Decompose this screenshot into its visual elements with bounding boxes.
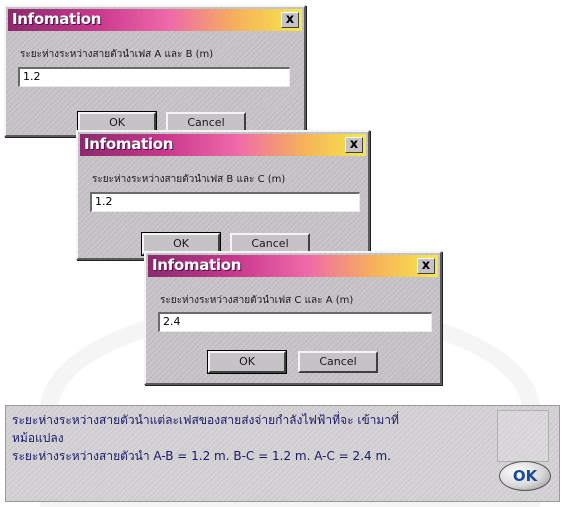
summary-line-3: ระยะห่างระหว่างสายตัวนำ A-B = 1.2 m. B-C… xyxy=(12,449,391,463)
cancel-button[interactable]: Cancel xyxy=(298,351,378,373)
summary-ok-button[interactable]: OK xyxy=(499,461,551,491)
close-button[interactable]: x xyxy=(417,258,435,274)
dialog-title: Infomation xyxy=(152,256,242,274)
summary-text: ระยะห่างระหว่างสายตัวนำแต่ละเฟสของสายส่ง… xyxy=(12,411,492,465)
distance-input[interactable]: 2.4 xyxy=(158,312,432,332)
dialog-titlebar[interactable]: Infomation x xyxy=(8,9,302,31)
dialog-title: Infomation xyxy=(12,10,102,28)
dialog-phase-bc: Infomation x ระยะห่างระหว่างสายตัวนำเฟส … xyxy=(76,130,370,260)
ok-button[interactable]: OK xyxy=(207,350,287,374)
dialog-phase-ca: Infomation x ระยะห่างระหว่างสายตัวนำเฟส … xyxy=(144,251,442,385)
screenshot-stage: Infomation x ระยะห่างระหว่างสายตัวนำเฟส … xyxy=(0,0,563,507)
dialog-phase-ab: Infomation x ระยะห่างระหว่างสายตัวนำเฟส … xyxy=(4,5,306,137)
dialog-prompt: ระยะห่างระหว่างสายตัวนำเฟส C และ A (m) xyxy=(160,295,354,306)
dialog-title: Infomation xyxy=(84,135,174,153)
summary-panel: ระยะห่างระหว่างสายตัวนำแต่ละเฟสของสายส่ง… xyxy=(5,405,560,502)
summary-side-panel xyxy=(497,410,549,462)
dialog-prompt: ระยะห่างระหว่างสายตัวนำเฟส B และ C (m) xyxy=(92,174,286,185)
close-button[interactable]: x xyxy=(281,12,299,28)
distance-input[interactable]: 1.2 xyxy=(18,67,290,87)
dialog-prompt: ระยะห่างระหว่างสายตัวนำเฟส A และ B (m) xyxy=(20,49,214,60)
summary-line-2: หม้อแปลง xyxy=(12,431,64,445)
distance-input[interactable]: 1.2 xyxy=(90,192,360,212)
close-button[interactable]: x xyxy=(345,137,363,153)
dialog-titlebar[interactable]: Infomation x xyxy=(80,134,366,156)
dialog-titlebar[interactable]: Infomation x xyxy=(148,255,438,277)
summary-line-1: ระยะห่างระหว่างสายตัวนำแต่ละเฟสของสายส่ง… xyxy=(12,413,399,427)
